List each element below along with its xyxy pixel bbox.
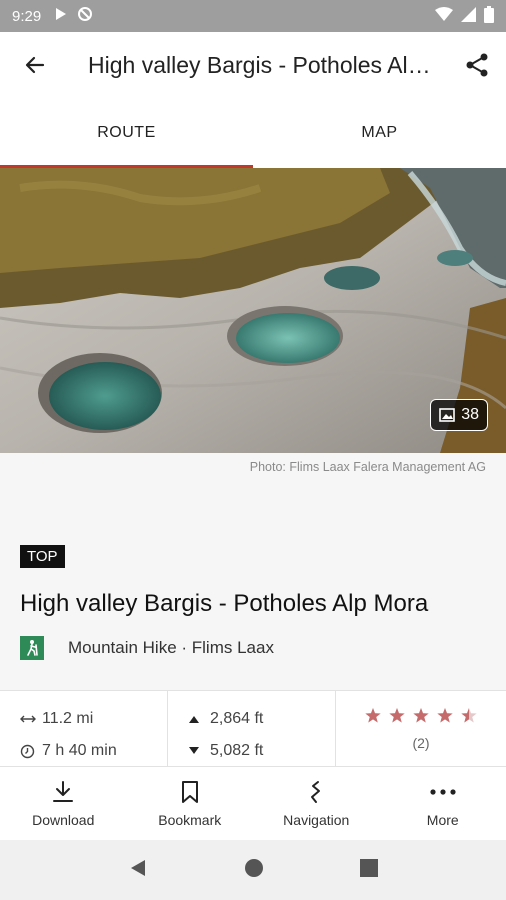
app-bar: High valley Bargis - Potholes Alp Mora bbox=[0, 32, 506, 98]
more-label: More bbox=[426, 811, 459, 828]
clock-icon bbox=[20, 744, 42, 759]
stats-rating[interactable]: (2) bbox=[336, 691, 506, 766]
top-badge: TOP bbox=[20, 545, 65, 568]
block-icon bbox=[77, 6, 93, 26]
ascent-value: 2,864 ft bbox=[210, 710, 264, 727]
bookmark-icon bbox=[181, 780, 198, 803]
tour-category: Mountain Hike · Flims Laax bbox=[68, 638, 274, 657]
stats-elevation: 2,864 ft 5,082 ft bbox=[168, 691, 336, 766]
circle-home-icon bbox=[245, 858, 263, 877]
tab-bar: ROUTE MAP bbox=[0, 98, 506, 168]
navigation-icon bbox=[311, 780, 321, 803]
triangle-back-icon bbox=[131, 859, 145, 876]
nav-recents-button[interactable] bbox=[360, 858, 378, 882]
ascent-icon bbox=[188, 714, 210, 724]
back-button[interactable] bbox=[0, 32, 70, 98]
download-button[interactable]: Download bbox=[0, 767, 127, 840]
photo-count-badge[interactable]: 38 bbox=[430, 399, 488, 431]
signal-icon bbox=[461, 6, 476, 26]
descent-value: 5,082 ft bbox=[210, 742, 264, 759]
star-filled bbox=[413, 708, 429, 723]
download-icon bbox=[53, 780, 74, 802]
share-button[interactable] bbox=[448, 32, 506, 98]
tab-route[interactable]: ROUTE bbox=[0, 98, 253, 168]
wifi-icon bbox=[435, 6, 453, 26]
descent-icon bbox=[188, 746, 210, 756]
more-button[interactable]: More bbox=[380, 767, 506, 840]
image-icon bbox=[439, 408, 456, 422]
duration-value: 7 h 40 min bbox=[42, 742, 117, 759]
star-filled bbox=[437, 708, 453, 723]
battery-icon bbox=[484, 5, 494, 27]
share-icon bbox=[466, 53, 488, 77]
hero-image[interactable]: 38 bbox=[0, 168, 506, 453]
navigation-label: Navigation bbox=[283, 811, 350, 828]
app-bar-title: High valley Bargis - Potholes Alp Mora bbox=[88, 51, 448, 78]
rating-stars bbox=[361, 706, 481, 731]
photo-credit: Photo: Flims Laax Falera Management AG bbox=[249, 460, 486, 474]
play-icon bbox=[55, 7, 67, 25]
navigation-button[interactable]: Navigation bbox=[253, 767, 380, 840]
bookmark-label: Bookmark bbox=[158, 811, 222, 828]
status-bar: 9:29 bbox=[0, 0, 506, 32]
distance-value: 11.2 mi bbox=[42, 710, 94, 727]
stats-row: 11.2 mi 7 h 40 min 2,864 ft 5,082 ft (2) bbox=[0, 690, 506, 766]
system-nav-bar bbox=[0, 840, 506, 900]
nav-back-button[interactable] bbox=[128, 858, 148, 883]
distance-icon bbox=[20, 714, 42, 724]
category-row: Mountain Hike · Flims Laax bbox=[20, 636, 274, 660]
status-time: 9:29 bbox=[12, 7, 42, 25]
mountain-hike-icon bbox=[20, 636, 44, 660]
download-label: Download bbox=[32, 811, 95, 828]
star-filled bbox=[365, 708, 381, 723]
action-bar: Download Bookmark Navigation More bbox=[0, 766, 506, 840]
more-icon bbox=[430, 788, 456, 795]
star-filled bbox=[389, 708, 405, 723]
tour-title: High valley Bargis - Potholes Alp Mora bbox=[20, 590, 429, 617]
arrow-left-icon bbox=[25, 56, 45, 74]
photo-count: 38 bbox=[461, 406, 479, 423]
stats-distance-duration: 11.2 mi 7 h 40 min bbox=[0, 691, 168, 766]
nav-home-button[interactable] bbox=[244, 858, 264, 883]
square-recents-icon bbox=[360, 858, 378, 877]
bookmark-button[interactable]: Bookmark bbox=[127, 767, 254, 840]
rating-count: (2) bbox=[412, 735, 430, 751]
tab-map[interactable]: MAP bbox=[253, 98, 506, 168]
